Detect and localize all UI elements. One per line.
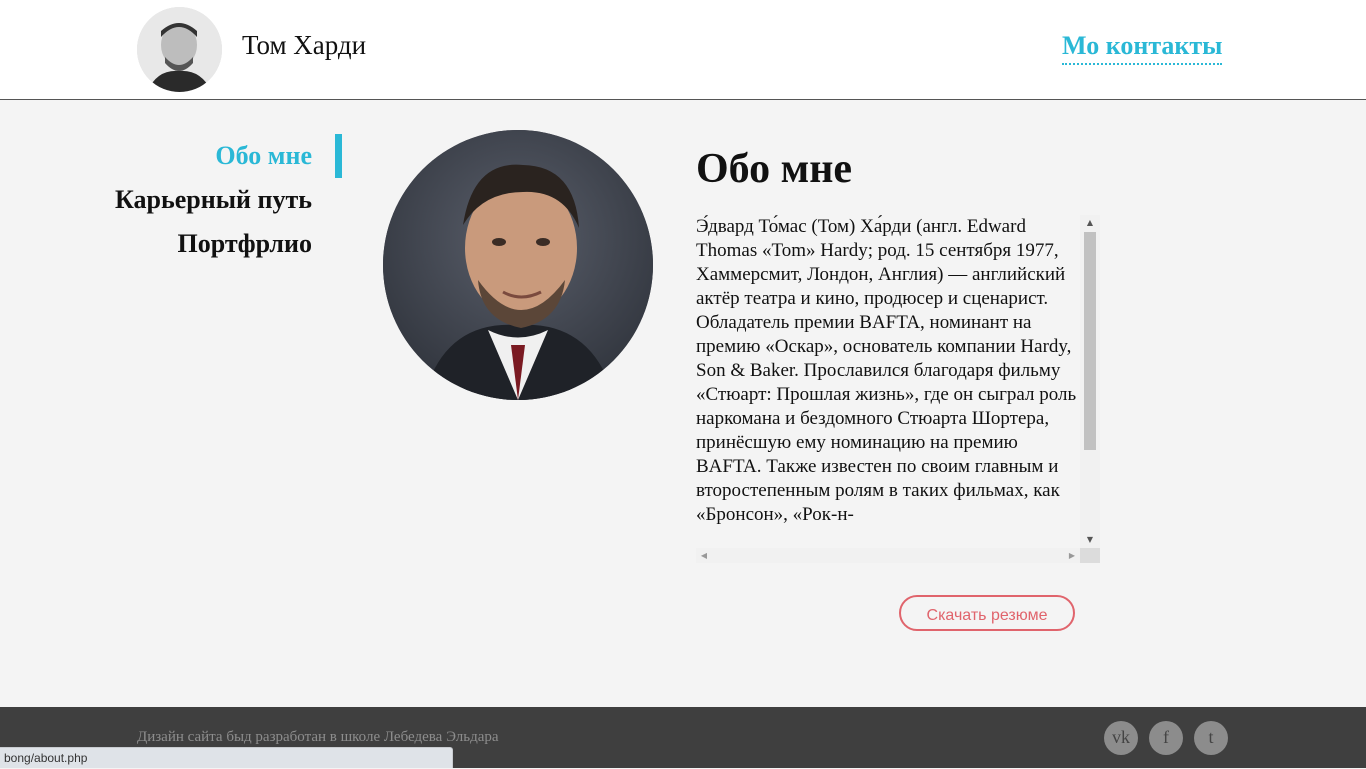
browser-status-bar: bong/about.php	[0, 747, 453, 768]
nav-item-portfolio[interactable]: Портфрлио	[60, 222, 312, 266]
download-resume-button[interactable]: Скачать резюме	[899, 595, 1075, 631]
vk-icon[interactable]: vk	[1104, 721, 1138, 755]
footer-credit: Дизайн сайта быд разработан в школе Лебе…	[137, 729, 499, 745]
avatar[interactable]	[137, 7, 222, 92]
scroll-down-arrow-icon[interactable]: ▼	[1080, 532, 1100, 548]
portrait-photo	[383, 130, 653, 400]
nav-item-about[interactable]: Обо мне	[60, 134, 312, 178]
active-nav-marker	[335, 134, 342, 178]
facebook-icon[interactable]: f	[1149, 721, 1183, 755]
nav-item-career[interactable]: Карьерный путь	[60, 178, 312, 222]
scroll-right-arrow-icon[interactable]: ▶	[1064, 548, 1080, 563]
scroll-left-arrow-icon[interactable]: ◀	[696, 548, 712, 563]
scrollbar-corner	[1080, 548, 1100, 563]
horizontal-scrollbar[interactable]: ◀ ▶	[696, 548, 1080, 563]
twitter-icon[interactable]: t	[1194, 721, 1228, 755]
page-title: Обо мне	[696, 146, 853, 192]
avatar-photo	[137, 7, 222, 92]
scrollbar-thumb[interactable]	[1084, 232, 1096, 450]
portrait-image	[383, 130, 653, 400]
site-name: Том Харди	[242, 30, 367, 60]
site-header: Том Харди Мо контакты	[0, 0, 1366, 100]
bio-scroll-box[interactable]: Э́двард То́мас (Том) Ха́рди (англ. Edwar…	[696, 215, 1100, 563]
vertical-scrollbar[interactable]: ▲ ▼	[1080, 215, 1100, 548]
bio-text: Э́двард То́мас (Том) Ха́рди (англ. Edwar…	[696, 216, 1077, 525]
scroll-up-arrow-icon[interactable]: ▲	[1080, 215, 1100, 231]
contacts-link[interactable]: Мо контакты	[1062, 31, 1223, 65]
side-nav: Обо мне Карьерный путь Портфрлио	[60, 134, 312, 266]
